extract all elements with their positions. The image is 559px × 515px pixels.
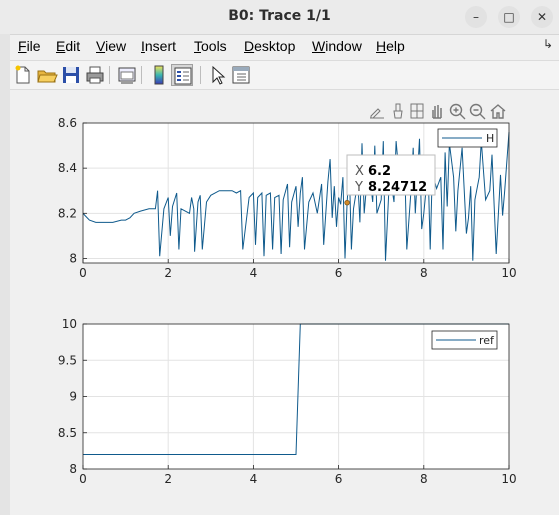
x-tick-label: 6 [335, 472, 343, 486]
colorbar-icon[interactable] [148, 64, 170, 86]
y-tick-label: 9.5 [58, 353, 77, 367]
x-tick-label: 10 [501, 266, 516, 280]
y-tick-label: 8.2 [58, 206, 77, 220]
menu-file[interactable]: File [18, 38, 41, 54]
toolbar-separator [109, 66, 110, 84]
datatip[interactable]: X 6.2 Y 8.24712 [346, 154, 436, 196]
window-titlebar: B0: Trace 1/1 – □ ✕ [0, 0, 559, 35]
menu-window[interactable]: Window [312, 38, 362, 54]
y-tick-label: 10 [62, 317, 77, 331]
x-tick-label: 0 [79, 472, 87, 486]
y-tick-label: 9 [69, 390, 77, 404]
x-tick-label: 2 [164, 472, 172, 486]
y-tick-label: 8.4 [58, 161, 77, 175]
x-tick-label: 6 [335, 266, 343, 280]
axes-bottom[interactable]: 0 2 4 6 8 10 8 8.5 9 9.5 10 ref [58, 317, 517, 486]
datatip-x-value: 6.2 [368, 164, 391, 179]
legend-bottom[interactable]: ref [431, 330, 498, 350]
menu-tools[interactable]: Tools [194, 38, 227, 54]
x-tick-label: 0 [79, 266, 87, 280]
open-file-icon[interactable] [36, 64, 58, 86]
new-figure-icon[interactable] [12, 64, 34, 86]
plots-svg: 0 2 4 6 8 10 8 8.2 8.4 8.6 H X 6.2 Y 8.24712 0 2 4 6… [58, 116, 517, 486]
toolbar-separator [141, 66, 142, 84]
save-icon[interactable] [60, 64, 82, 86]
menu-help[interactable]: Help [376, 38, 405, 54]
toolbar-separator [200, 66, 201, 84]
figure-canvas: 0 2 4 6 8 10 8 8.2 8.4 8.6 H X 6.2 Y 8.24712 0 2 4 6… [10, 90, 559, 515]
menu-insert[interactable]: Insert [141, 38, 176, 54]
legend-bottom-label: ref [479, 334, 495, 347]
y-tick-label: 8 [69, 251, 77, 265]
datatip-x-label: X [355, 164, 364, 179]
axes-top[interactable]: 0 2 4 6 8 10 8 8.2 8.4 8.6 H X 6.2 Y 8.24712 [58, 116, 517, 280]
legend-icon[interactable] [171, 64, 193, 86]
datatip-marker[interactable] [344, 199, 350, 206]
x-tick-label: 2 [164, 266, 172, 280]
window-left-frame [0, 34, 10, 515]
maximize-icon[interactable]: □ [498, 6, 520, 28]
x-tick-label: 10 [501, 472, 516, 486]
print-icon[interactable] [84, 64, 106, 86]
link-plot-icon[interactable] [116, 64, 138, 86]
y-tick-label: 8 [69, 462, 77, 476]
dock-arrow-icon[interactable]: ↳ [543, 37, 553, 51]
datatip-y-label: Y [354, 180, 363, 195]
menu-desktop[interactable]: Desktop [244, 38, 295, 54]
property-inspector-icon[interactable] [230, 64, 252, 86]
x-tick-label: 8 [420, 266, 428, 280]
menu-view[interactable]: View [96, 38, 126, 54]
legend-top[interactable]: H [437, 128, 498, 148]
y-tick-label: 8.5 [58, 426, 77, 440]
x-tick-label: 4 [250, 266, 258, 280]
x-tick-label: 8 [420, 472, 428, 486]
figure-toolbar [10, 60, 559, 90]
pointer-icon[interactable] [206, 64, 228, 86]
minimize-icon[interactable]: – [465, 6, 487, 28]
x-tick-label: 4 [250, 472, 258, 486]
y-tick-label: 8.6 [58, 116, 77, 130]
close-icon[interactable]: ✕ [531, 6, 553, 28]
legend-top-label: H [486, 132, 494, 145]
menu-edit[interactable]: Edit [56, 38, 80, 54]
datatip-y-value: 8.24712 [368, 180, 427, 195]
menubar: File Edit View Insert Tools Desktop Wind… [10, 35, 559, 59]
